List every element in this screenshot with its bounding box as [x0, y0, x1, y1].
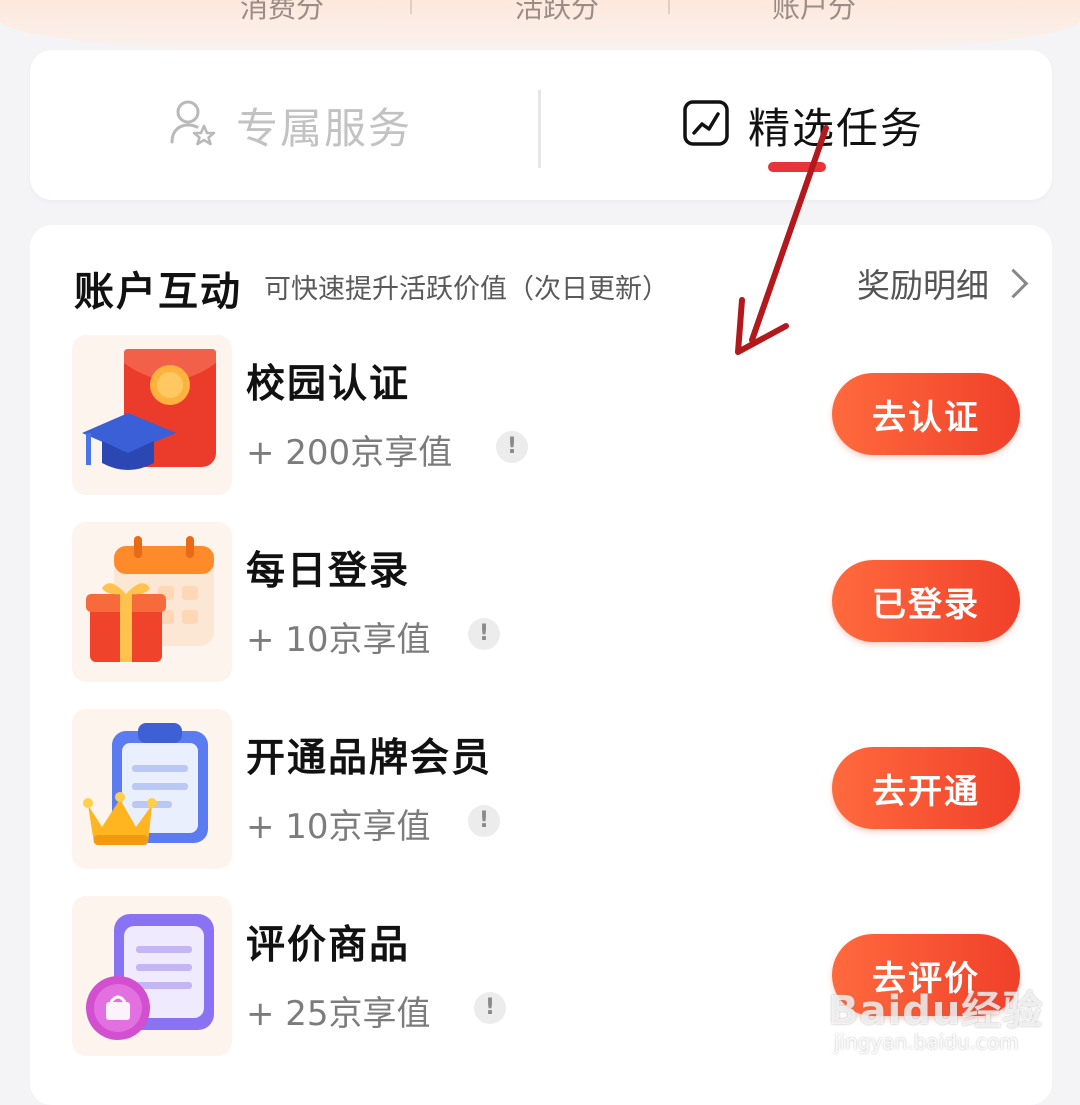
watermark-logo: Baidu经验 [828, 988, 1044, 1034]
baidu-watermark: Baidu经验 jingyan.baidu.com [828, 978, 1058, 1078]
watermark-url: jingyan.baidu.com [834, 1030, 1019, 1054]
annotation-arrow-icon [735, 125, 829, 355]
